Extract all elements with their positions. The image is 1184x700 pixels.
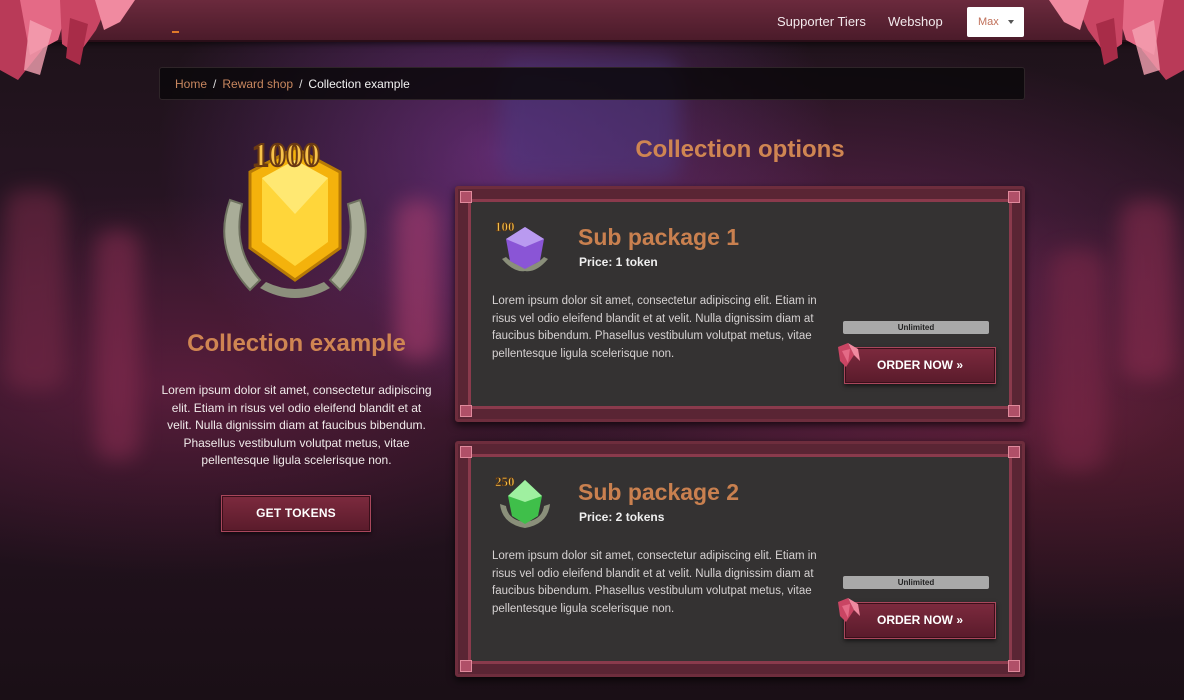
get-tokens-button[interactable]: GET TOKENS <box>221 495 371 532</box>
breadcrumb-home[interactable]: Home <box>175 77 207 91</box>
background-decor <box>95 230 140 460</box>
nav-link-webshop[interactable]: Webshop <box>888 14 943 29</box>
background-decor <box>1120 200 1175 380</box>
breadcrumb: Home / Reward shop / Collection example <box>159 67 1025 100</box>
top-navbar: Supporter Tiers Webshop Max <box>0 0 1184 42</box>
crystal-decoration-right <box>1049 0 1184 80</box>
brand-mark <box>172 31 179 33</box>
package-title: Sub package 1 <box>578 224 740 250</box>
order-now-button[interactable]: ORDER NOW » <box>844 602 996 639</box>
package-description: Lorem ipsum dolor sit amet, consectetur … <box>492 550 817 615</box>
collection-description: Lorem ipsum dolor sit amet, consectetur … <box>161 383 432 468</box>
package-card: 250 Sub package 2 Price: 2 tokens Lorem … <box>455 441 1025 677</box>
crystal-decoration-left <box>0 0 135 80</box>
gem-number: 250 <box>495 474 515 489</box>
user-menu-button[interactable]: Max <box>967 7 1024 37</box>
availability-badge: Unlimited <box>843 321 989 334</box>
collection-options-title: Collection options <box>635 136 845 163</box>
green-gem-icon: 250 <box>495 474 550 528</box>
frame-corner <box>460 405 472 417</box>
availability-badge: Unlimited <box>843 576 989 589</box>
package-description: Lorem ipsum dolor sit amet, consectetur … <box>492 295 817 360</box>
order-now-button[interactable]: ORDER NOW » <box>844 347 996 384</box>
breadcrumb-current: Collection example <box>308 77 410 91</box>
frame-corner <box>460 191 472 203</box>
frame-corner <box>460 660 472 672</box>
package-title: Sub package 2 <box>578 479 740 505</box>
frame-corner <box>1008 191 1020 203</box>
badge-number: 1000 <box>252 137 320 174</box>
package-card: 100 Sub package 1 Price: 1 token Lorem i… <box>455 186 1025 422</box>
background-decor <box>1050 250 1105 470</box>
breadcrumb-separator: / <box>299 77 303 91</box>
background-decor <box>5 190 65 390</box>
package-price: Price: 1 token <box>579 255 658 269</box>
package-price: Price: 2 tokens <box>579 510 665 524</box>
breadcrumb-reward-shop[interactable]: Reward shop <box>222 77 293 91</box>
gem-number: 100 <box>495 219 515 234</box>
collection-badge-image: 1000 <box>223 136 367 298</box>
caret-down-icon <box>1008 20 1014 24</box>
crystal-icon <box>838 598 860 622</box>
frame-corner <box>460 446 472 458</box>
collection-title: Collection example <box>187 330 406 357</box>
frame-corner <box>1008 405 1020 417</box>
breadcrumb-separator: / <box>213 77 217 91</box>
frame-corner <box>1008 446 1020 458</box>
crystal-icon <box>838 343 860 367</box>
purple-gem-icon: 100 <box>495 219 548 272</box>
frame-corner <box>1008 660 1020 672</box>
user-name: Max <box>978 16 999 28</box>
nav-link-supporter-tiers[interactable]: Supporter Tiers <box>777 14 866 29</box>
